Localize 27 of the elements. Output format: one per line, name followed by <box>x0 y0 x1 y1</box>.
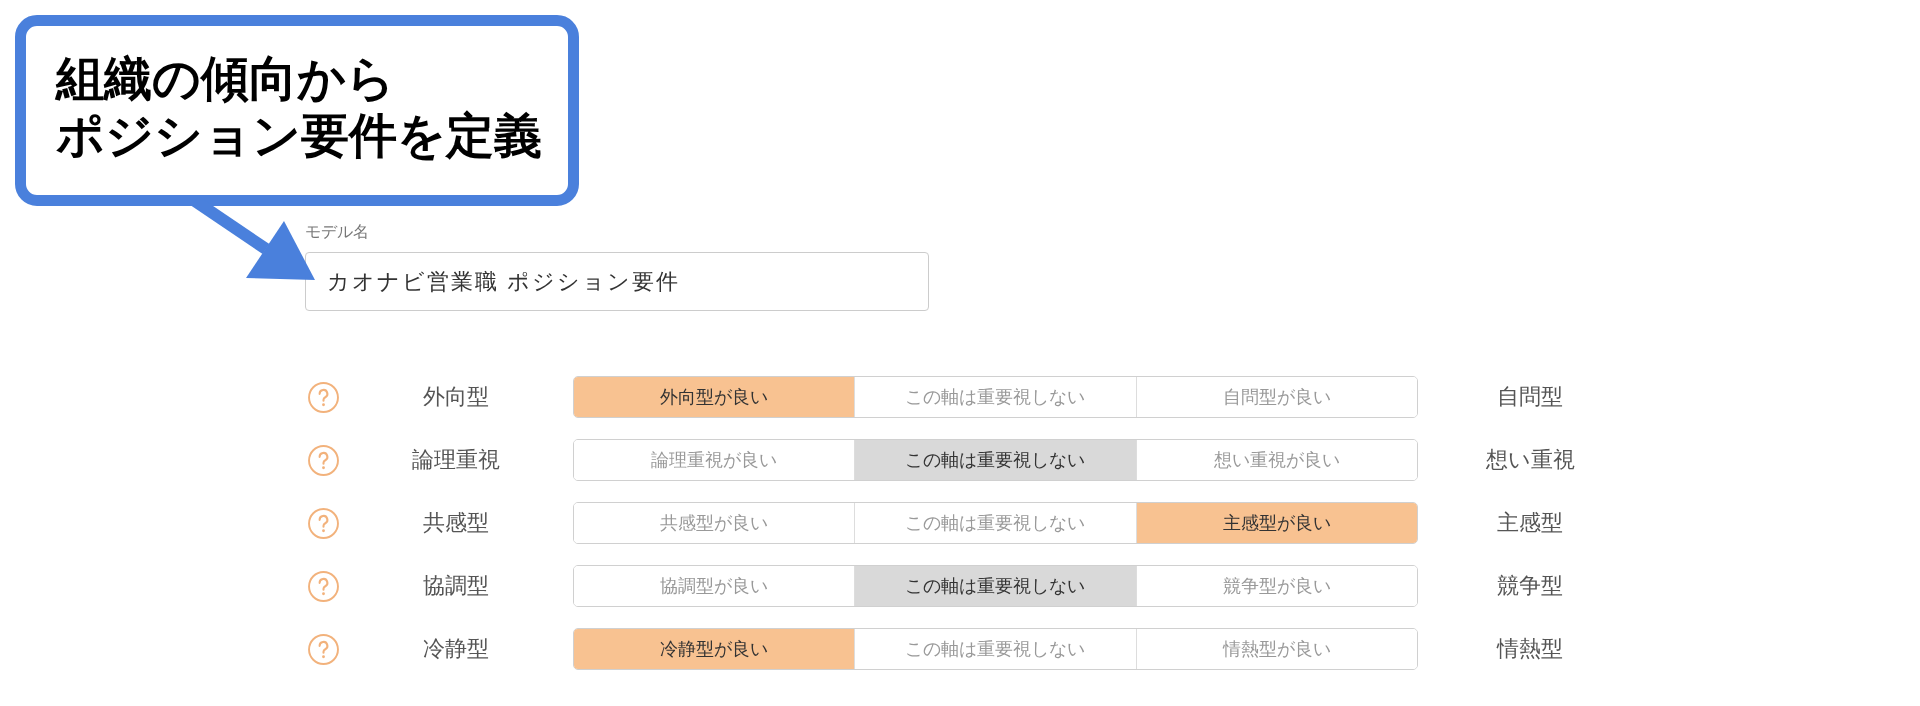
option-toggle[interactable]: この軸は重要視しない <box>854 566 1136 606</box>
option-toggle[interactable]: 冷静型が良い <box>574 629 855 669</box>
axis-left-label: 冷静型 <box>423 635 489 663</box>
option-toggle[interactable]: 自問型が良い <box>1135 377 1417 417</box>
help-icon[interactable] <box>308 507 339 539</box>
option-toggle[interactable]: 想い重視が良い <box>1135 440 1417 480</box>
axis-right-label: 主感型 <box>1497 509 1563 537</box>
axis-right-label: 自問型 <box>1497 383 1563 411</box>
option-toggle[interactable]: 主感型が良い <box>1135 503 1417 543</box>
option-toggle[interactable]: 外向型が良い <box>574 377 855 417</box>
help-icon[interactable] <box>308 444 339 476</box>
help-icon[interactable] <box>308 633 339 665</box>
option-toggle[interactable]: この軸は重要視しない <box>854 440 1136 480</box>
option-toggle[interactable]: 競争型が良い <box>1135 566 1417 606</box>
axis-right-label: 情熱型 <box>1497 635 1563 663</box>
model-name-field[interactable]: カオナビ営業職 ポジション要件 <box>305 252 929 311</box>
axis-left-label: 共感型 <box>423 509 489 537</box>
axis-left-label: 外向型 <box>423 383 489 411</box>
option-toggle[interactable]: 情熱型が良い <box>1135 629 1417 669</box>
help-icon[interactable] <box>308 381 339 413</box>
axis-left-label: 論理重視 <box>412 446 500 474</box>
field-label: モデル名 <box>305 222 369 242</box>
axis-right-label: 競争型 <box>1497 572 1563 600</box>
axis-left-label: 協調型 <box>423 572 489 600</box>
axis-right-label: 想い重視 <box>1485 446 1575 474</box>
help-icon[interactable] <box>308 570 339 602</box>
callout-text: 組織の傾向から ポジション要件を定義 <box>56 51 542 164</box>
